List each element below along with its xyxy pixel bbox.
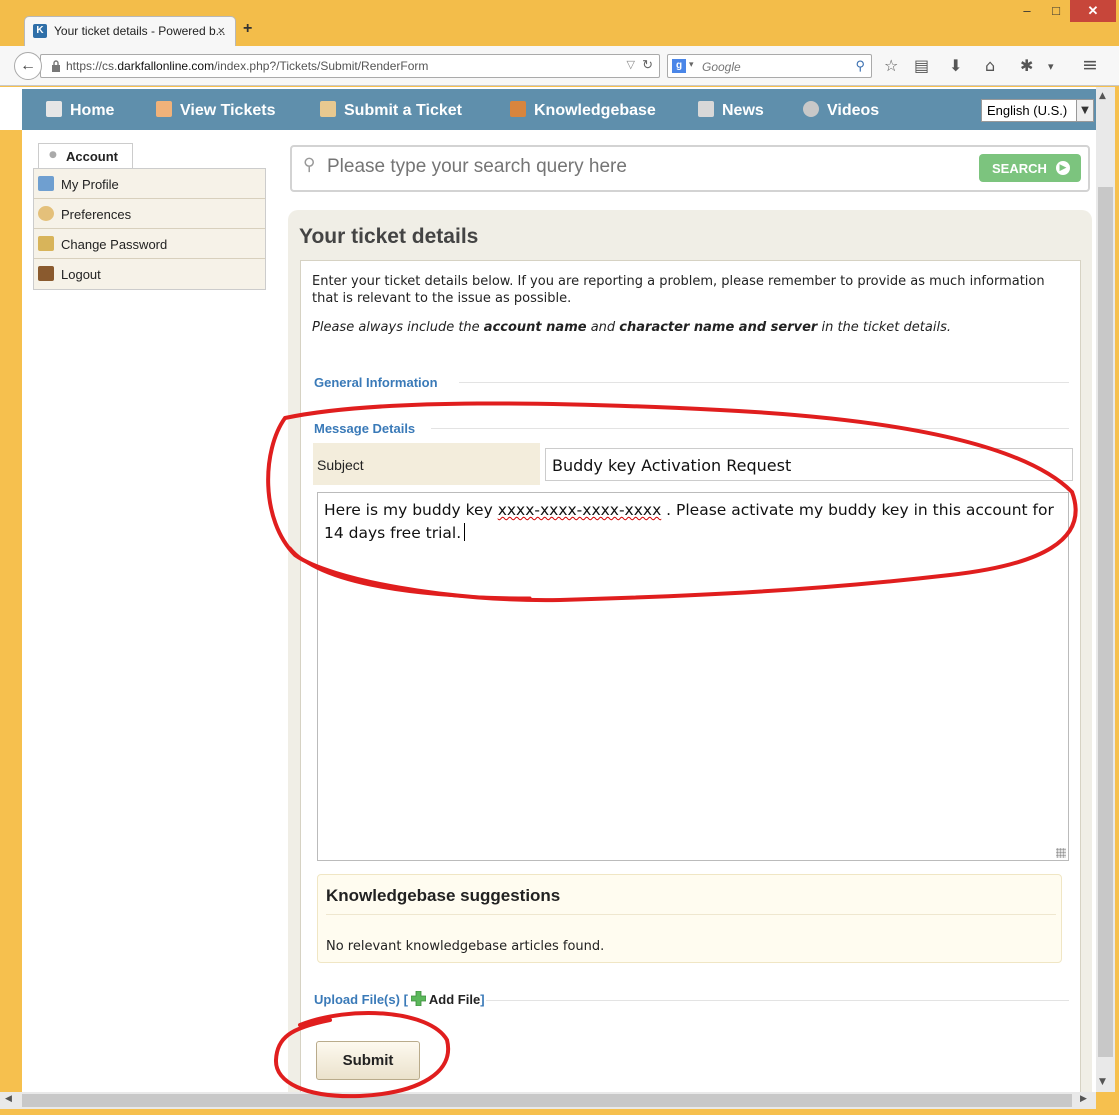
page-viewport: Home View Tickets Submit a Ticket Knowle…	[0, 87, 1096, 1100]
ticket-form: Enter your ticket details below. If you …	[300, 260, 1081, 1100]
url-bar[interactable]: https://cs.darkfallonline.com/index.php?…	[40, 54, 660, 78]
scroll-down-icon[interactable]: ▼	[1099, 1077, 1106, 1087]
logout-door-icon	[38, 266, 54, 281]
person-icon: ●	[49, 150, 57, 160]
reload-icon[interactable]: ↻	[642, 57, 653, 73]
divider	[431, 428, 1069, 429]
scroll-right-icon[interactable]: ▶	[1080, 1094, 1087, 1104]
subject-label: Subject	[313, 443, 540, 485]
search-input[interactable]	[327, 156, 947, 178]
nav-home[interactable]: Home	[46, 101, 114, 120]
search-icon: ⚲	[303, 155, 316, 175]
subject-field[interactable]: Buddy key Activation Request	[545, 448, 1073, 481]
reading-list-icon[interactable]: ▤	[914, 56, 929, 75]
resize-handle[interactable]	[1056, 848, 1066, 858]
site-nav: Home View Tickets Submit a Ticket Knowle…	[22, 89, 1096, 130]
profile-icon	[38, 176, 54, 191]
sidebar-item-change-password[interactable]: Change Password	[34, 229, 265, 259]
close-window-button[interactable]: ✕	[1070, 0, 1116, 22]
section-general-information[interactable]: General Information	[314, 375, 438, 390]
page-left-border	[0, 130, 22, 1092]
upload-files-label: Upload File(s)	[314, 992, 400, 1007]
kb-suggestions-title: Knowledgebase suggestions	[326, 886, 561, 905]
divider	[459, 382, 1069, 383]
vertical-scrollbar[interactable]: ▲ ▼	[1096, 87, 1115, 1092]
misspelled-key: xxxx-xxxx-xxxx-xxxx	[497, 501, 662, 519]
lock-icon	[38, 236, 54, 251]
new-tab-button[interactable]: +	[243, 20, 252, 38]
nav-submit-ticket[interactable]: Submit a Ticket	[320, 101, 462, 120]
minimize-button[interactable]: –	[1012, 0, 1042, 22]
nav-knowledgebase[interactable]: Knowledgebase	[510, 101, 656, 120]
preferences-gear-icon	[38, 206, 54, 221]
lock-icon	[52, 60, 60, 72]
chevron-down-icon: ▼	[1076, 100, 1093, 121]
nav-news[interactable]: News	[698, 101, 764, 120]
browser-search-bar[interactable]: g ▾ Google ⚲	[667, 54, 872, 78]
engine-dropdown-icon[interactable]: ▾	[689, 60, 694, 70]
scroll-left-icon[interactable]: ◀	[5, 1094, 12, 1104]
submit-button[interactable]: Submit	[316, 1041, 420, 1080]
upload-files-row: Upload File(s) [Add File]	[314, 991, 485, 1007]
sidebar-item-my-profile[interactable]: My Profile	[34, 169, 265, 199]
kb-suggestions-text: No relevant knowledgebase articles found…	[326, 939, 605, 954]
maximize-button[interactable]: □	[1042, 0, 1070, 22]
bookmark-star-icon[interactable]: ☆	[884, 56, 898, 75]
home-button-icon[interactable]: ⌂	[985, 56, 995, 75]
language-select[interactable]: English (U.S.) ▼	[981, 99, 1094, 122]
search-button[interactable]: SEARCH ▶	[979, 154, 1081, 182]
add-file-link[interactable]: Add File	[429, 992, 480, 1007]
horizontal-scrollbar[interactable]: ◀ ▶	[0, 1092, 1096, 1109]
close-tab-icon[interactable]: ×	[217, 23, 225, 38]
url-dropdown-icon[interactable]: ▽	[627, 58, 635, 71]
addon-icon[interactable]: ✱	[1020, 56, 1033, 75]
scrollbar-thumb[interactable]	[22, 1094, 1072, 1107]
divider	[486, 1000, 1069, 1001]
intro-note: Please always include the account name a…	[312, 320, 951, 335]
submit-ticket-icon	[320, 101, 336, 117]
page-title: Your ticket details	[299, 225, 479, 248]
downloads-icon[interactable]: ⬇	[949, 56, 962, 75]
section-message-details[interactable]: Message Details	[314, 421, 415, 436]
arrow-right-icon: ▶	[1056, 161, 1070, 175]
tab-title: Your ticket details - Powered b...	[54, 24, 226, 38]
scrollbar-thumb[interactable]	[1098, 187, 1113, 1057]
nav-videos[interactable]: Videos	[803, 101, 879, 120]
nav-view-tickets[interactable]: View Tickets	[156, 101, 275, 120]
account-menu: My Profile Preferences Change Password L…	[33, 168, 266, 290]
home-icon	[46, 101, 62, 117]
sidebar-item-preferences[interactable]: Preferences	[34, 199, 265, 229]
browser-search-placeholder: Google	[702, 60, 741, 74]
browser-navbar: https://cs.darkfallonline.com/index.php?…	[0, 46, 1119, 86]
intro-text: Enter your ticket details below. If you …	[312, 274, 1045, 306]
book-icon	[510, 101, 526, 117]
google-icon: g	[672, 59, 686, 73]
divider	[326, 914, 1056, 915]
text-caret	[464, 523, 466, 541]
video-icon	[803, 101, 819, 117]
tickets-icon	[156, 101, 172, 117]
message-textarea[interactable]: Here is my buddy key xxxx-xxxx-xxxx-xxxx…	[317, 492, 1069, 861]
addon-dropdown-icon[interactable]: ▾	[1048, 60, 1054, 73]
favicon-icon: K	[33, 24, 47, 38]
news-icon	[698, 101, 714, 117]
back-button[interactable]: ←	[14, 52, 42, 80]
menu-icon[interactable]: ≡	[1082, 54, 1098, 76]
account-tab[interactable]: ● Account	[38, 143, 133, 169]
url-text: https://cs.darkfallonline.com/index.php?…	[66, 59, 429, 73]
plus-icon[interactable]	[410, 991, 426, 1006]
kb-suggestions: Knowledgebase suggestions No relevant kn…	[317, 874, 1062, 963]
search-icon[interactable]: ⚲	[855, 58, 865, 74]
browser-titlebar: K Your ticket details - Powered b... × +…	[0, 0, 1119, 46]
ticket-panel: Your ticket details Enter your ticket de…	[288, 210, 1092, 1100]
scroll-up-icon[interactable]: ▲	[1099, 91, 1106, 101]
browser-tab[interactable]: K Your ticket details - Powered b... ×	[24, 16, 236, 46]
kb-search-box: ⚲ SEARCH ▶	[290, 145, 1090, 192]
sidebar-item-logout[interactable]: Logout	[34, 259, 265, 289]
